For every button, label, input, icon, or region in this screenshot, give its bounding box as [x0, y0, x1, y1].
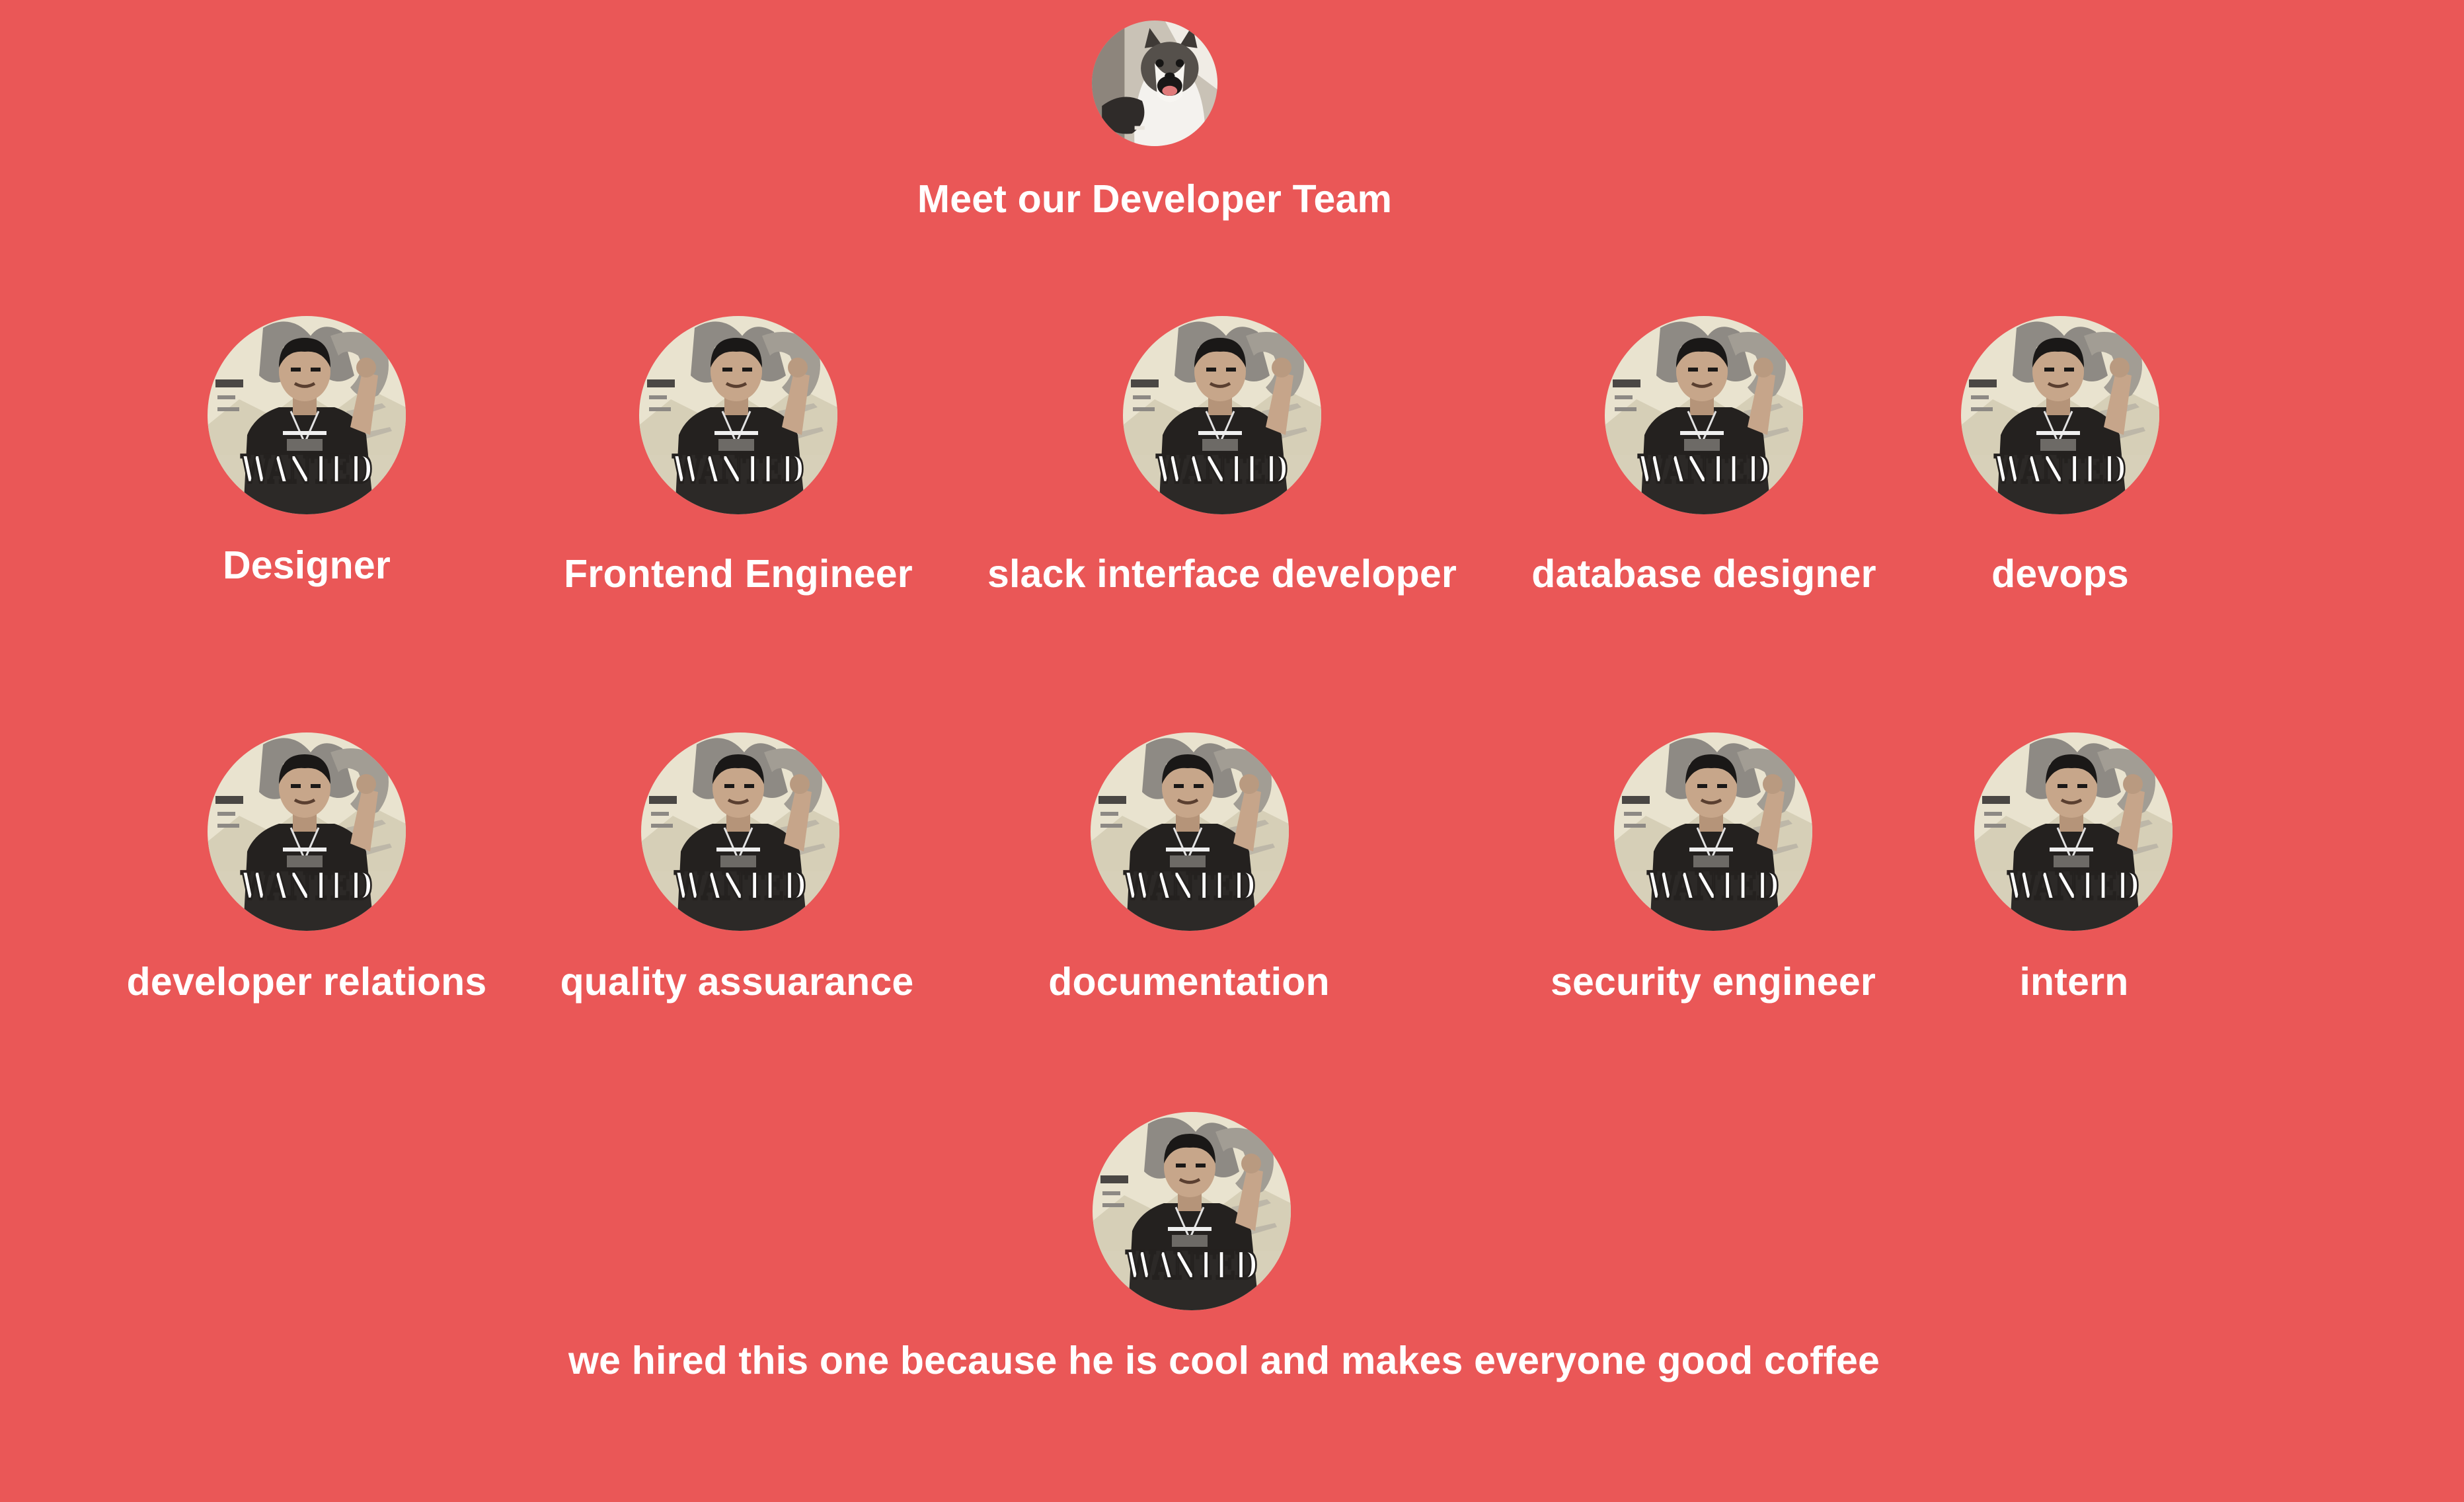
wanted-poster-avatar-icon — [1974, 732, 2173, 931]
member-label-database-designer: database designer — [1531, 552, 1876, 596]
member-avatar-devops — [1961, 316, 2159, 514]
member-label-quality-assuarance: quality assuarance — [560, 960, 914, 1004]
member-avatar-database-designer — [1605, 316, 1803, 514]
member-avatar-slack-interface-developer — [1123, 316, 1321, 514]
wanted-poster-avatar-icon — [208, 316, 406, 514]
member-label-developer-relations: developer relations — [126, 960, 487, 1004]
member-avatar-coffee-maker — [1093, 1112, 1291, 1310]
wanted-poster-avatar-icon — [639, 316, 837, 514]
member-label-security-engineer: security engineer — [1551, 960, 1876, 1004]
member-avatar-intern — [1974, 732, 2173, 931]
member-label-slack-interface-developer: slack interface developer — [987, 552, 1457, 596]
member-avatar-developer-relations — [208, 732, 406, 931]
member-avatar-security-engineer — [1614, 732, 1812, 931]
wanted-poster-avatar-icon — [1091, 732, 1289, 931]
wanted-poster-avatar-icon — [1605, 316, 1803, 514]
husky-dog-avatar-icon — [1092, 20, 1217, 146]
member-label-frontend-engineer: Frontend Engineer — [564, 552, 913, 596]
wanted-poster-avatar-icon — [641, 732, 839, 931]
member-avatar-frontend-engineer — [639, 316, 837, 514]
wanted-poster-avatar-icon — [1614, 732, 1812, 931]
member-avatar-quality-assuarance — [641, 732, 839, 931]
page-title: Meet our Developer Team — [917, 177, 1393, 221]
wanted-poster-avatar-icon — [1093, 1112, 1291, 1310]
member-avatar-documentation — [1091, 732, 1289, 931]
member-label-coffee-maker: we hired this one because he is cool and… — [568, 1339, 1880, 1382]
member-label-intern: intern — [2019, 960, 2129, 1004]
wanted-poster-avatar-icon — [1961, 316, 2159, 514]
wanted-poster-avatar-icon — [208, 732, 406, 931]
member-label-devops: devops — [1991, 552, 2129, 596]
member-label-documentation: documentation — [1048, 960, 1330, 1004]
member-label-designer: Designer — [222, 543, 391, 587]
wanted-poster-avatar-icon — [1123, 316, 1321, 514]
member-avatar-designer — [208, 316, 406, 514]
